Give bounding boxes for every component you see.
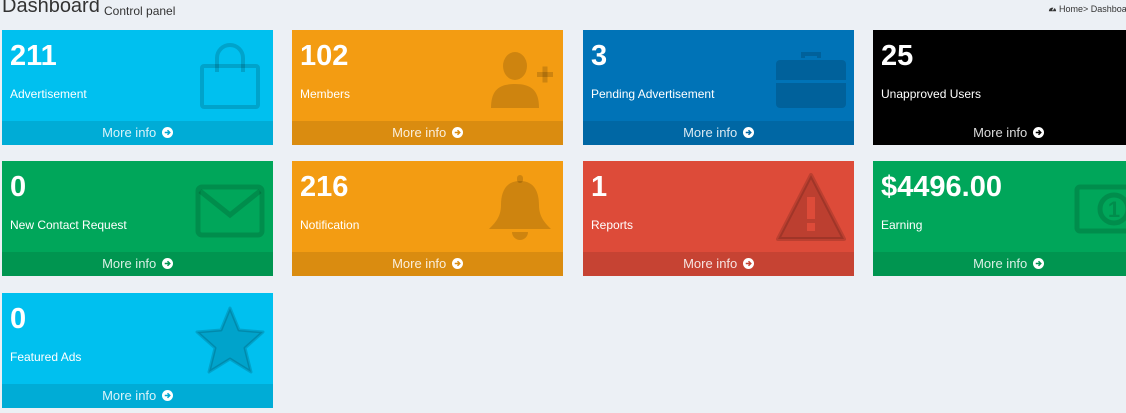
stat-label: New Contact Request <box>10 218 127 232</box>
page-title: Dashboard <box>2 0 100 17</box>
stat-count: 102 <box>300 40 349 72</box>
more-info-label: More info <box>392 256 447 271</box>
more-info-link[interactable]: More info <box>583 121 854 145</box>
dashboard-icon <box>1048 4 1057 13</box>
more-info-label: More info <box>973 125 1028 140</box>
arrow-circle-right-icon <box>742 127 754 138</box>
stat-count: $4496.00 <box>881 171 1002 203</box>
stat-label: Advertisement <box>10 87 87 101</box>
stat-count: 0 <box>10 303 27 335</box>
arrow-circle-right-icon <box>1032 127 1044 138</box>
stat-count: 25 <box>881 40 914 72</box>
stat-count: 211 <box>10 40 57 72</box>
more-info-label: More info <box>683 125 738 140</box>
bell-icon <box>485 173 555 243</box>
more-info-label: More info <box>392 125 447 140</box>
arrow-circle-right-icon <box>1032 258 1044 269</box>
stat-box-featured-ads: 0 Featured Ads More info <box>2 293 273 408</box>
briefcase-icon <box>776 42 846 112</box>
stat-box-notification: 216 Notification More info <box>292 161 563 276</box>
stat-label: Featured Ads <box>10 350 82 364</box>
shopping-bag-icon <box>195 42 265 112</box>
more-info-link[interactable]: More info <box>2 252 273 276</box>
envelope-icon <box>195 173 265 243</box>
arrow-circle-right-icon <box>451 258 463 269</box>
stat-label: Earning <box>881 218 923 232</box>
more-info-label: More info <box>102 388 157 403</box>
stat-count: 216 <box>300 171 349 203</box>
stat-count: 0 <box>10 171 27 203</box>
stat-count: 3 <box>591 40 608 72</box>
breadcrumb[interactable]: Home> Dashboard <box>1048 4 1126 14</box>
more-info-link[interactable]: More info <box>873 121 1126 145</box>
stat-box-unapproved-users: 25 Unapproved Users More info <box>873 30 1126 145</box>
content-header: Dashboard Control panel Home> Dashboard <box>0 0 1126 20</box>
stat-box-new-contact-request: 0 New Contact Request More info <box>2 161 273 276</box>
svg-text:1: 1 <box>1108 197 1120 222</box>
more-info-link[interactable]: More info <box>292 252 563 276</box>
money-icon: 1 <box>1074 173 1126 243</box>
more-info-link[interactable]: More info <box>2 121 273 145</box>
arrow-circle-right-icon <box>161 258 173 269</box>
user-plus-icon <box>485 42 555 112</box>
arrow-circle-right-icon <box>451 127 463 138</box>
arrow-circle-right-icon <box>742 258 754 269</box>
more-info-link[interactable]: More info <box>873 252 1126 276</box>
stat-label: Notification <box>300 218 360 232</box>
stat-count: 1 <box>591 171 608 203</box>
stat-box-pending-advertisement: 3 Pending Advertisement More info <box>583 30 854 145</box>
page-subtitle: Control panel <box>104 4 176 18</box>
more-info-label: More info <box>102 256 157 271</box>
breadcrumb-text: Home> Dashboard <box>1059 4 1126 14</box>
stat-box-members: 102 Members More info <box>292 30 563 145</box>
warning-icon <box>776 173 846 243</box>
more-info-link[interactable]: More info <box>583 252 854 276</box>
more-info-label: More info <box>102 125 157 140</box>
arrow-circle-right-icon <box>161 390 173 401</box>
star-icon <box>195 305 265 375</box>
stat-label: Pending Advertisement <box>591 87 715 101</box>
stat-box-advertisement: 211 Advertisement More info <box>2 30 273 145</box>
stat-box-earning: $4496.00 Earning 1 More info <box>873 161 1126 276</box>
more-info-label: More info <box>973 256 1028 271</box>
stat-label: Reports <box>591 218 634 232</box>
more-info-link[interactable]: More info <box>292 121 563 145</box>
more-info-label: More info <box>683 256 738 271</box>
stat-label: Members <box>300 87 351 101</box>
more-info-link[interactable]: More info <box>2 384 273 408</box>
stat-box-reports: 1 Reports More info <box>583 161 854 276</box>
arrow-circle-right-icon <box>161 127 173 138</box>
stat-label: Unapproved Users <box>881 87 982 101</box>
